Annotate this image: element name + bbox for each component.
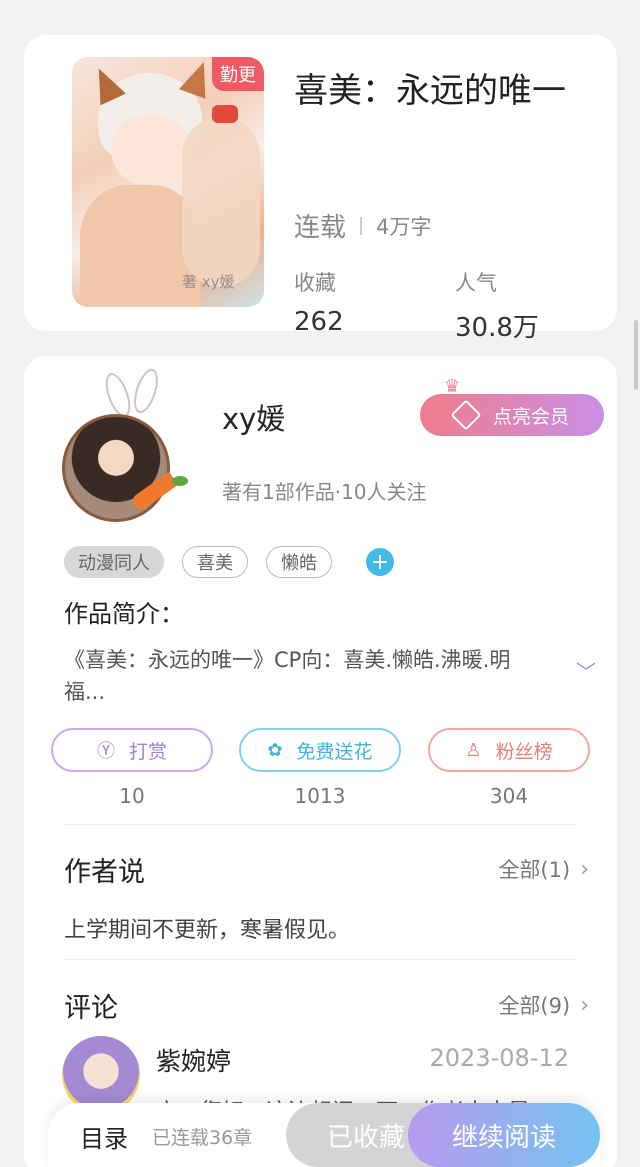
book-info-card: 著 xy媛 勤更 喜美：永远的唯一 连载 4万字 收藏 262 人气 30.8万 [24, 35, 617, 343]
carrot-leaf-icon [172, 476, 188, 486]
author-card: xy媛 著有1部作品·10人关注 ♛ 点亮会员 动漫同人 喜美 懒皓 + 作品简… [24, 356, 617, 1167]
vip-button[interactable]: 点亮会员 [420, 394, 604, 436]
fans-rank-label: 粉丝榜 [495, 740, 553, 763]
diamond-icon [450, 399, 482, 431]
cover-art-face [112, 115, 190, 185]
chevron-right-icon: › [580, 856, 589, 882]
add-tag-button[interactable]: + [366, 548, 394, 576]
tag-category[interactable]: 动漫同人 [64, 546, 164, 578]
book-status: 连载 [294, 213, 347, 243]
send-flower-label: 免费送花 [296, 740, 373, 763]
intro-text: 《喜美：永远的唯一》CP向：喜美.懒皓.沸暖.明福... [64, 648, 511, 704]
book-cover[interactable]: 著 xy媛 勤更 [72, 57, 264, 307]
chevron-down-icon[interactable]: ﹀ [576, 656, 596, 685]
toc-button[interactable]: 目录 [80, 1119, 128, 1154]
page-scrollbar[interactable] [634, 320, 638, 390]
author-avatar[interactable] [60, 366, 190, 522]
flower-icon: ✿ [267, 739, 283, 761]
chevron-right-icon: › [580, 992, 589, 1018]
author-say-more-label: 全部(1) [498, 858, 571, 882]
fans-rank-button[interactable]: ♙ 粉丝榜 [428, 728, 590, 772]
tag-list: 动漫同人 喜美 懒皓 + [64, 546, 394, 578]
favorites-label: 收藏 [294, 271, 336, 295]
book-title: 喜美：永远的唯一 [294, 71, 566, 111]
book-meta: 连载 4万字 [294, 207, 431, 244]
fans-icon: ♙ [465, 739, 482, 761]
comments-title: 评论 [64, 993, 118, 1024]
tag-item[interactable]: 喜美 [182, 546, 248, 578]
reward-label: 打赏 [128, 740, 167, 763]
avatar [62, 414, 170, 522]
comment-date: 2023-08-12 [429, 1044, 569, 1072]
meta-divider [360, 216, 363, 235]
comments-more-label: 全部(9) [498, 994, 571, 1018]
author-name[interactable]: xy媛 [222, 396, 285, 438]
yen-coin-icon: Ⓨ [96, 741, 115, 762]
reward-button[interactable]: Ⓨ 打赏 [51, 728, 213, 772]
popularity-value: 30.8万 [455, 313, 539, 343]
commenter-name[interactable]: 紫婉婷 [156, 1042, 231, 1078]
word-count: 4万字 [376, 214, 432, 239]
intro-heading: 作品简介： [64, 600, 184, 628]
cover-art-bow [212, 105, 238, 123]
divider [64, 824, 576, 825]
vip-button-label: 点亮会员 [492, 405, 569, 428]
continue-reading-button[interactable]: 继续阅读 [408, 1103, 600, 1167]
flower-count: 1013 [294, 784, 346, 808]
tag-item[interactable]: 懒皓 [266, 546, 332, 578]
cover-signature: 著 xy媛 [182, 273, 235, 291]
author-say-text: 上学期间不更新，寒暑假见。 [64, 918, 351, 943]
bottom-bar: 目录 已连载36章 已收藏 继续阅读 [48, 1103, 600, 1167]
author-say-title: 作者说 [64, 857, 145, 888]
author-stats: 著有1部作品·10人关注 [222, 480, 427, 504]
chapter-count[interactable]: 已连载36章 [152, 1123, 252, 1150]
send-flower-button[interactable]: ✿ 免费送花 [239, 728, 401, 772]
reward-count: 10 [119, 784, 145, 808]
update-badge: 勤更 [212, 57, 264, 91]
cover-art-fox [182, 117, 260, 287]
bunny-ear-icon [129, 366, 163, 416]
favorites-value: 262 [294, 307, 344, 337]
author-say-more[interactable]: 全部(1) › [498, 854, 589, 884]
divider [64, 959, 576, 960]
fans-count: 304 [489, 784, 529, 808]
popularity-label: 人气 [455, 271, 497, 295]
comments-more[interactable]: 全部(9) › [498, 990, 589, 1020]
bunny-ear-icon [100, 369, 136, 421]
